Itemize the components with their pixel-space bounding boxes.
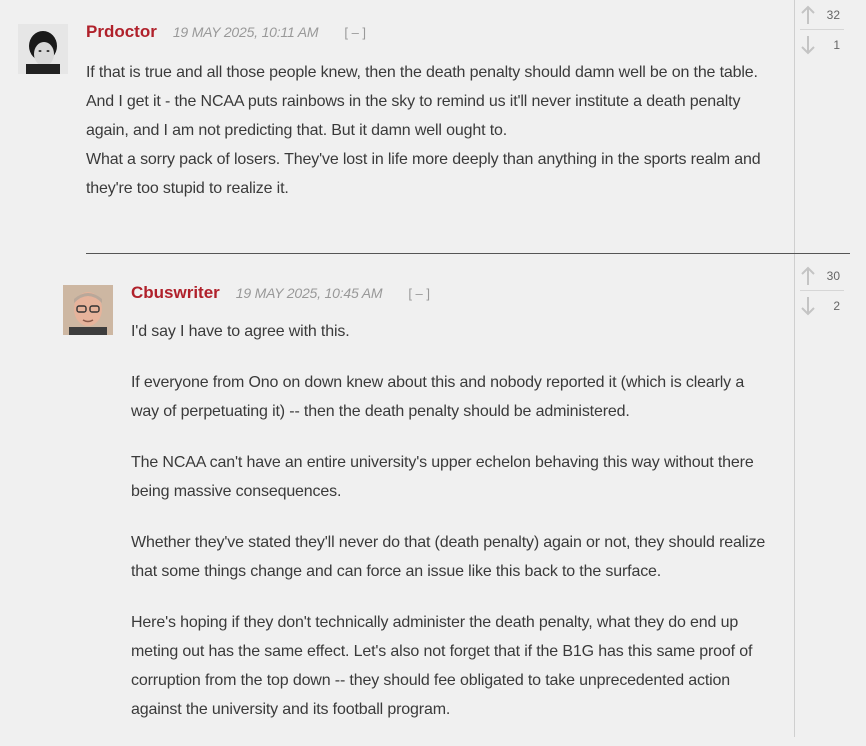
comment-paragraph: Here's hoping if they don't technically … bbox=[131, 614, 753, 718]
comment-prdoctor: Prdoctor 19 MAY 2025, 10:11 AM [ – ] If … bbox=[0, 0, 866, 253]
arrow-up-icon[interactable] bbox=[800, 5, 816, 25]
comment-paragraph: I'd say I have to agree with this. bbox=[131, 323, 350, 340]
downvote-count: 1 bbox=[833, 37, 840, 52]
arrow-down-icon[interactable] bbox=[800, 35, 816, 55]
author-link[interactable]: Cbuswriter bbox=[131, 283, 220, 303]
upvote-count: 32 bbox=[826, 7, 840, 22]
collapse-toggle[interactable]: [ – ] bbox=[408, 286, 430, 301]
avatar[interactable] bbox=[18, 24, 68, 74]
downvote-row: 2 bbox=[800, 291, 844, 320]
collapse-toggle[interactable]: [ – ] bbox=[344, 25, 366, 40]
comment-paragraph: What a sorry pack of losers. They've los… bbox=[86, 151, 761, 197]
comment-cbuswriter: Cbuswriter 19 MAY 2025, 10:45 AM [ – ] I… bbox=[0, 253, 866, 737]
downvote-row: 1 bbox=[800, 30, 844, 59]
comment-timestamp: 19 MAY 2025, 10:11 AM bbox=[172, 24, 319, 40]
comment-paragraph: Whether they've stated they'll never do … bbox=[131, 534, 766, 580]
upvote-row: 32 bbox=[800, 0, 844, 30]
comment-paragraph: If that is true and all those people kne… bbox=[86, 64, 758, 81]
arrow-up-icon[interactable] bbox=[800, 266, 816, 286]
vote-panel: 32 1 bbox=[800, 0, 844, 59]
comment-paragraph: If everyone from Ono on down knew about … bbox=[131, 374, 745, 420]
author-link[interactable]: Prdoctor bbox=[86, 22, 157, 42]
avatar[interactable] bbox=[63, 285, 113, 335]
vote-panel: 30 2 bbox=[800, 261, 844, 320]
comment-paragraph: And I get it - the NCAA puts rainbows in… bbox=[86, 93, 741, 139]
upvote-count: 30 bbox=[826, 268, 840, 283]
comment-timestamp: 19 MAY 2025, 10:45 AM bbox=[235, 285, 383, 301]
upvote-row: 30 bbox=[800, 261, 844, 291]
comment-meta: Cbuswriter 19 MAY 2025, 10:45 AM [ – ] bbox=[131, 283, 430, 303]
arrow-down-icon[interactable] bbox=[800, 296, 816, 316]
downvote-count: 2 bbox=[833, 298, 840, 313]
comment-meta: Prdoctor 19 MAY 2025, 10:11 AM [ – ] bbox=[86, 22, 366, 42]
comment-paragraph: The NCAA can't have an entire university… bbox=[131, 454, 754, 500]
comment-body: If that is true and all those people kne… bbox=[86, 58, 776, 203]
comment-body: I'd say I have to agree with this. If ev… bbox=[131, 317, 771, 746]
